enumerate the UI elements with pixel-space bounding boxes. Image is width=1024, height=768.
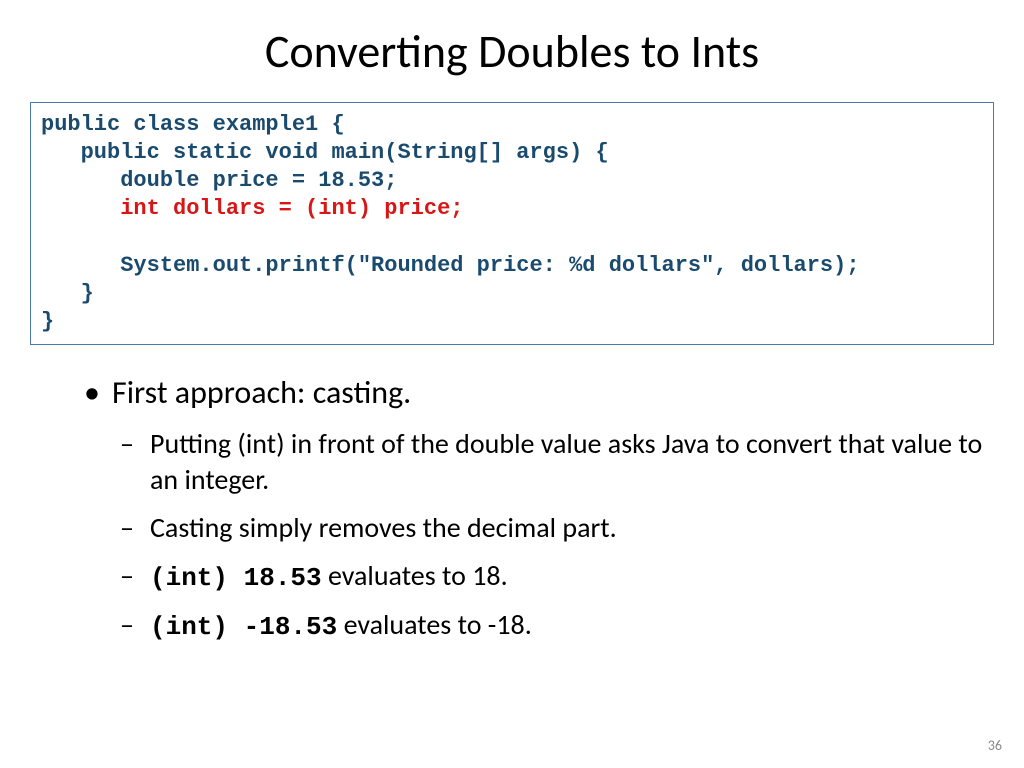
- inline-code: (int) 18.53: [150, 563, 322, 593]
- bullet-level-2: (int) -18.53 evaluates to -18.: [120, 607, 996, 644]
- code-line-1: public class example1 {: [41, 112, 345, 137]
- slide: Converting Doubles to Ints public class …: [0, 0, 1024, 768]
- code-line-8: }: [41, 309, 54, 334]
- code-line-7: }: [41, 281, 94, 306]
- code-line-3: double price = 18.53;: [41, 168, 397, 193]
- code-line-4-highlight: int dollars = (int) price;: [41, 196, 463, 221]
- code-line-2: public static void main(String[] args) {: [41, 140, 609, 165]
- code-block: public class example1 { public static vo…: [30, 102, 994, 345]
- code-line-6: System.out.printf("Rounded price: %d dol…: [41, 253, 860, 278]
- bullet-text: evaluates to -18.: [337, 607, 532, 642]
- inline-code: (int) -18.53: [150, 612, 337, 642]
- bullet-level-2: Casting simply removes the decimal part.: [120, 510, 996, 546]
- slide-title: Converting Doubles to Ints: [28, 24, 996, 80]
- bullet-text: evaluates to 18.: [322, 558, 508, 593]
- bullet-level-2: Putting (int) in front of the double val…: [120, 426, 996, 498]
- page-number: 36: [988, 737, 1002, 754]
- bullet-level-1: First approach: casting.: [84, 373, 996, 412]
- bullet-list: First approach: casting. Putting (int) i…: [28, 373, 996, 644]
- bullet-level-2: (int) 18.53 evaluates to 18.: [120, 558, 996, 595]
